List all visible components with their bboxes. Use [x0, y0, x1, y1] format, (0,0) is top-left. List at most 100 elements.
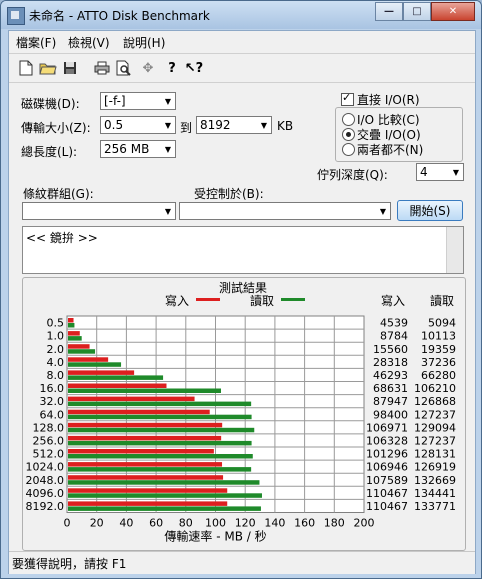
read-value-cell: 66280 [421, 369, 456, 382]
drive-select[interactable]: [-f-] ▼ [100, 92, 176, 110]
write-value-cell: 110467 [366, 500, 408, 513]
status-bar: 要獲得說明，請按 F1 [9, 551, 475, 574]
x-tick-label: 200 [354, 517, 375, 530]
menu-view[interactable]: 檢視(V) [68, 34, 110, 51]
write-value-cell: 106946 [366, 461, 408, 474]
read-bar [68, 414, 252, 420]
x-tick-label: 60 [149, 517, 163, 530]
menu-help[interactable]: 說明(H) [123, 34, 165, 51]
x-tick-label: 80 [179, 517, 193, 530]
direct-io-checkbox[interactable] [341, 91, 354, 106]
client-area: 檔案(F) 檢視(V) 說明(H) ✥ ? ↖? 磁碟機(D): [-f-] ▼… [8, 30, 476, 574]
close-button[interactable]: ✕ [431, 2, 475, 21]
open-icon[interactable] [39, 59, 57, 77]
print-preview-icon[interactable] [115, 59, 133, 77]
total-length-select[interactable]: 256 MB ▼ [100, 140, 176, 158]
io-compare-radio[interactable] [342, 113, 355, 126]
controlled-by-select[interactable]: ▼ [179, 202, 391, 220]
y-tick-label: 0.5 [47, 317, 65, 330]
app-icon [7, 7, 25, 25]
title-bar[interactable]: 未命名 - ATTO Disk Benchmark — □ ✕ [1, 1, 481, 29]
controlled-by-label: 受控制於(B): [194, 187, 264, 201]
context-help-icon[interactable]: ↖? [185, 59, 203, 77]
queue-depth-label: 佇列深度(Q): [317, 168, 388, 182]
transfer-size-to-select[interactable]: 8192 ▼ [196, 116, 272, 134]
kb-label: KB [277, 119, 294, 133]
read-value-cell: 37236 [421, 356, 456, 369]
chevron-down-icon: ▼ [164, 144, 172, 154]
y-tick-label: 8192.0 [26, 500, 65, 513]
read-bar [68, 440, 252, 446]
read-value-cell: 129094 [414, 421, 456, 434]
y-tick-label: 1024.0 [26, 461, 65, 474]
description-textarea[interactable]: << 鏡拚 >> [22, 226, 464, 274]
write-value-cell: 46293 [373, 369, 408, 382]
x-tick-label: 180 [324, 517, 345, 530]
total-length-label: 總長度(L): [21, 145, 78, 159]
queue-depth-select[interactable]: 4 ▼ [416, 163, 464, 181]
chevron-down-icon: ▼ [164, 120, 172, 130]
read-value-cell: 127237 [414, 435, 456, 448]
menu-file[interactable]: 檔案(F) [16, 34, 56, 51]
write-value-cell: 101296 [366, 448, 408, 461]
maximize-button[interactable]: □ [403, 2, 431, 21]
neither-radio[interactable] [342, 143, 355, 156]
overlapped-io-radio[interactable] [342, 128, 355, 141]
read-value-cell: 126919 [414, 461, 456, 474]
read-value-cell: 134441 [414, 487, 456, 500]
read-column-header: 讀取 [430, 294, 454, 308]
y-tick-label: 2.0 [47, 343, 65, 356]
write-bar [68, 422, 223, 428]
status-text: 要獲得說明，請按 F1 [12, 557, 127, 571]
read-value-cell: 133771 [414, 500, 456, 513]
write-value-cell: 87947 [373, 395, 408, 408]
drive-label: 磁碟機(D): [21, 97, 80, 111]
write-value-cell: 68631 [373, 382, 408, 395]
print-icon[interactable] [93, 59, 111, 77]
transfer-size-from-select[interactable]: 0.5 ▼ [100, 116, 176, 134]
write-value-cell: 106328 [366, 435, 408, 448]
y-tick-label: 256.0 [33, 435, 65, 448]
write-bar [68, 396, 195, 402]
write-value-cell: 98400 [373, 408, 408, 421]
write-bar [68, 370, 135, 375]
minimize-button[interactable]: — [375, 2, 403, 21]
start-button[interactable]: 開始(S) [397, 200, 463, 221]
write-bar [68, 462, 223, 467]
write-bar [68, 331, 80, 336]
write-bar [68, 383, 167, 388]
chevron-down-icon: ▼ [379, 206, 387, 216]
stripe-group-select[interactable]: ▼ [22, 202, 176, 220]
read-bar [68, 401, 252, 407]
read-legend-label: 讀取 [250, 294, 274, 308]
read-bar [68, 506, 261, 511]
read-bar [68, 454, 253, 459]
app-window: 未命名 - ATTO Disk Benchmark — □ ✕ 檔案(F) 檢視… [0, 0, 482, 579]
read-value-cell: 10113 [421, 330, 456, 343]
x-tick-label: 160 [294, 517, 315, 530]
write-legend-swatch [196, 298, 220, 301]
neither-label: 兩者都不(N) [357, 143, 424, 157]
save-icon[interactable] [61, 59, 79, 77]
read-value-cell: 128131 [414, 448, 456, 461]
y-tick-label: 1.0 [47, 330, 65, 343]
help-icon[interactable]: ? [163, 59, 181, 77]
new-icon[interactable] [17, 59, 35, 77]
x-tick-label: 100 [205, 517, 226, 530]
write-value-cell: 4539 [380, 317, 408, 330]
write-value-cell: 8784 [380, 330, 408, 343]
move-icon: ✥ [142, 60, 154, 76]
chevron-down-icon: ▼ [164, 96, 172, 106]
y-tick-label: 8.0 [47, 369, 65, 382]
read-value-cell: 127237 [414, 408, 456, 421]
y-tick-label: 64.0 [40, 408, 65, 421]
chevron-down-icon: ▼ [164, 206, 172, 216]
y-tick-label: 128.0 [33, 421, 65, 434]
y-tick-label: 16.0 [40, 382, 65, 395]
direct-io-label: 直接 I/O(R) [357, 93, 420, 107]
read-bar [68, 349, 96, 354]
menu-bar: 檔案(F) 檢視(V) 說明(H) [9, 31, 475, 51]
write-column-header: 寫入 [381, 293, 405, 308]
description-scrollbar[interactable] [446, 227, 463, 273]
read-bar [68, 323, 75, 328]
